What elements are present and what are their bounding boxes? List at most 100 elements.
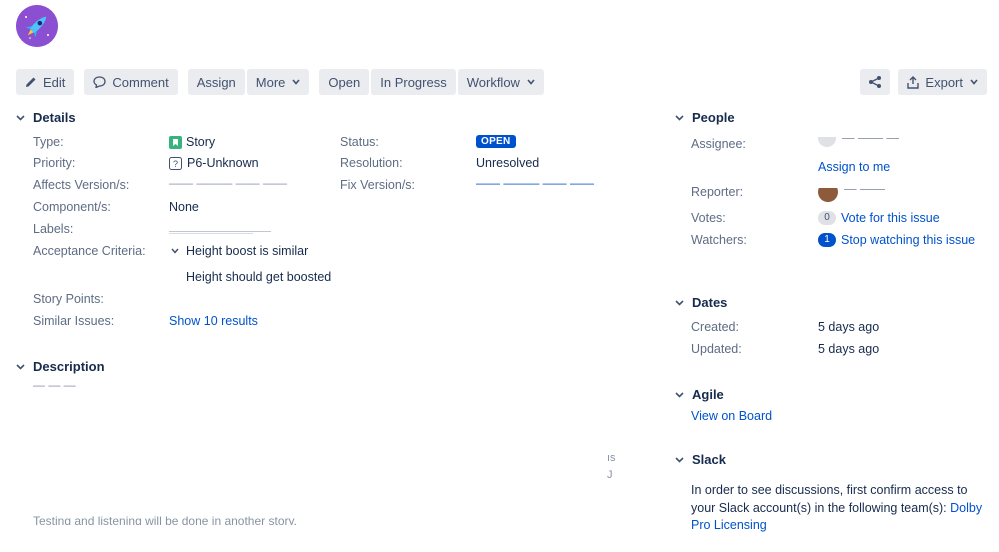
chevron-down-icon [527, 79, 535, 85]
comment-icon [93, 76, 107, 88]
edit-label: Edit [43, 74, 66, 90]
watchers-count-badge: 1 [818, 233, 836, 247]
workflow-button[interactable]: Workflow [457, 69, 544, 95]
acceptance-criteria-toggle[interactable]: Height boost is similar [171, 244, 308, 258]
share-icon [868, 75, 882, 89]
pencil-icon [25, 76, 37, 88]
labels-label: Labels: [33, 222, 74, 236]
export-button[interactable]: Export [898, 69, 987, 95]
component-label: Component/s: [33, 200, 111, 214]
in-progress-button[interactable]: In Progress [371, 69, 456, 95]
chevron-down-icon [16, 363, 33, 370]
stop-watching-link[interactable]: Stop watching this issue [841, 233, 975, 247]
assign-to-me-link[interactable]: Assign to me [818, 160, 890, 174]
slack-text: In order to see discussions, first confi… [691, 483, 968, 515]
affects-version-label: Affects Version/s: [33, 178, 130, 192]
description-fragment-2: J [607, 469, 613, 481]
created-value: 5 days ago [818, 320, 880, 334]
rocket-icon [16, 5, 58, 47]
description-last-line: Testing and listening will be done in an… [33, 516, 297, 525]
priority-value: ? P6-Unknown [169, 156, 259, 170]
vote-link[interactable]: Vote for this issue [841, 211, 940, 225]
project-avatar[interactable] [16, 5, 58, 47]
show-similar-issues-link[interactable]: Show 10 results [169, 314, 258, 328]
status-badge: OPEN [476, 135, 516, 148]
watchers-label: Watchers: [691, 233, 747, 247]
issue-toolbar: Edit Comment Assign More Open In Progres… [16, 69, 554, 95]
chevron-down-icon [292, 79, 301, 85]
status-value: OPEN [476, 135, 516, 148]
acceptance-criteria-heading: Height boost is similar [186, 244, 309, 258]
votes-value: 0 Vote for this issue [818, 211, 940, 225]
open-button[interactable]: Open [319, 69, 370, 95]
assign-label: Assign [196, 74, 236, 90]
watchers-value: 1 Stop watching this issue [818, 233, 975, 247]
agile-section-toggle[interactable]: Agile [675, 387, 724, 402]
updated-value: 5 days ago [818, 342, 880, 356]
affects-version-value[interactable]: —— ——— —— —— [169, 178, 287, 187]
dates-section-toggle[interactable]: Dates [675, 295, 727, 310]
chevron-down-icon [970, 79, 978, 85]
component-value: None [169, 200, 199, 214]
votes-count-badge: 0 [818, 211, 836, 225]
people-section-toggle[interactable]: People [675, 110, 735, 125]
more-button[interactable]: More [246, 69, 310, 95]
assignee-value: — —— — [818, 137, 899, 149]
description-heading: Description [33, 359, 105, 374]
more-label: More [255, 74, 286, 90]
updated-label: Updated: [691, 342, 742, 356]
type-label: Type: [33, 135, 64, 149]
description-section-toggle[interactable]: Description [16, 359, 105, 374]
comment-label: Comment [112, 74, 169, 90]
story-points-label: Story Points: [33, 292, 104, 306]
fix-version-value[interactable]: —— ——— —— —— [476, 178, 594, 187]
details-section-toggle[interactable]: Details [16, 110, 76, 125]
reporter-value: — —— [818, 188, 885, 202]
assignee-label: Assignee: [691, 137, 746, 151]
assign-button[interactable]: Assign [187, 69, 245, 95]
workflow-label: Workflow [466, 74, 520, 90]
chevron-down-icon [675, 114, 692, 121]
description-fragment-1: ıs [607, 452, 616, 464]
user-avatar-icon [818, 137, 836, 147]
chevron-down-icon [675, 456, 692, 463]
edit-button[interactable]: Edit [16, 69, 75, 95]
resolution-value: Unresolved [476, 156, 540, 170]
created-label: Created: [691, 320, 739, 334]
priority-label: Priority: [33, 156, 76, 170]
slack-message: In order to see discussions, first confi… [691, 482, 991, 535]
reporter-name: — —— [844, 188, 885, 196]
export-label: Export [925, 74, 963, 90]
resolution-label: Resolution: [340, 156, 403, 170]
export-icon [907, 75, 920, 89]
type-value: Story [169, 135, 215, 149]
type-text: Story [186, 135, 216, 149]
open-label: Open [328, 74, 361, 90]
details-heading: Details [33, 110, 76, 125]
acceptance-criteria-label: Acceptance Criteria: [33, 244, 146, 258]
in-progress-label: In Progress [380, 74, 447, 90]
labels-value[interactable]: ——————— [169, 231, 271, 234]
reporter-label: Reporter: [691, 185, 744, 199]
agile-heading: Agile [692, 387, 724, 402]
votes-label: Votes: [691, 211, 726, 225]
acceptance-criteria-body: Height should get boosted [186, 270, 332, 284]
issue-title: — — — — — — — — — — [90, 28, 390, 48]
priority-unknown-icon: ? [169, 156, 182, 170]
share-button[interactable] [860, 69, 891, 95]
slack-heading: Slack [692, 452, 726, 467]
slack-section-toggle[interactable]: Slack [675, 452, 726, 467]
description-line-1: — — — [33, 382, 76, 388]
svg-text:?: ? [173, 159, 178, 169]
comment-button[interactable]: Comment [84, 69, 178, 95]
priority-text: P6-Unknown [187, 156, 259, 170]
chevron-down-icon [675, 391, 692, 398]
chevron-down-icon [16, 114, 33, 121]
user-avatar-icon [818, 188, 838, 202]
assignee-name: — —— — [842, 137, 899, 145]
status-label: Status: [340, 135, 379, 149]
view-on-board-link[interactable]: View on Board [691, 409, 772, 423]
story-icon [169, 135, 182, 149]
toolbar-right: Export [852, 69, 987, 95]
dates-heading: Dates [692, 295, 728, 310]
